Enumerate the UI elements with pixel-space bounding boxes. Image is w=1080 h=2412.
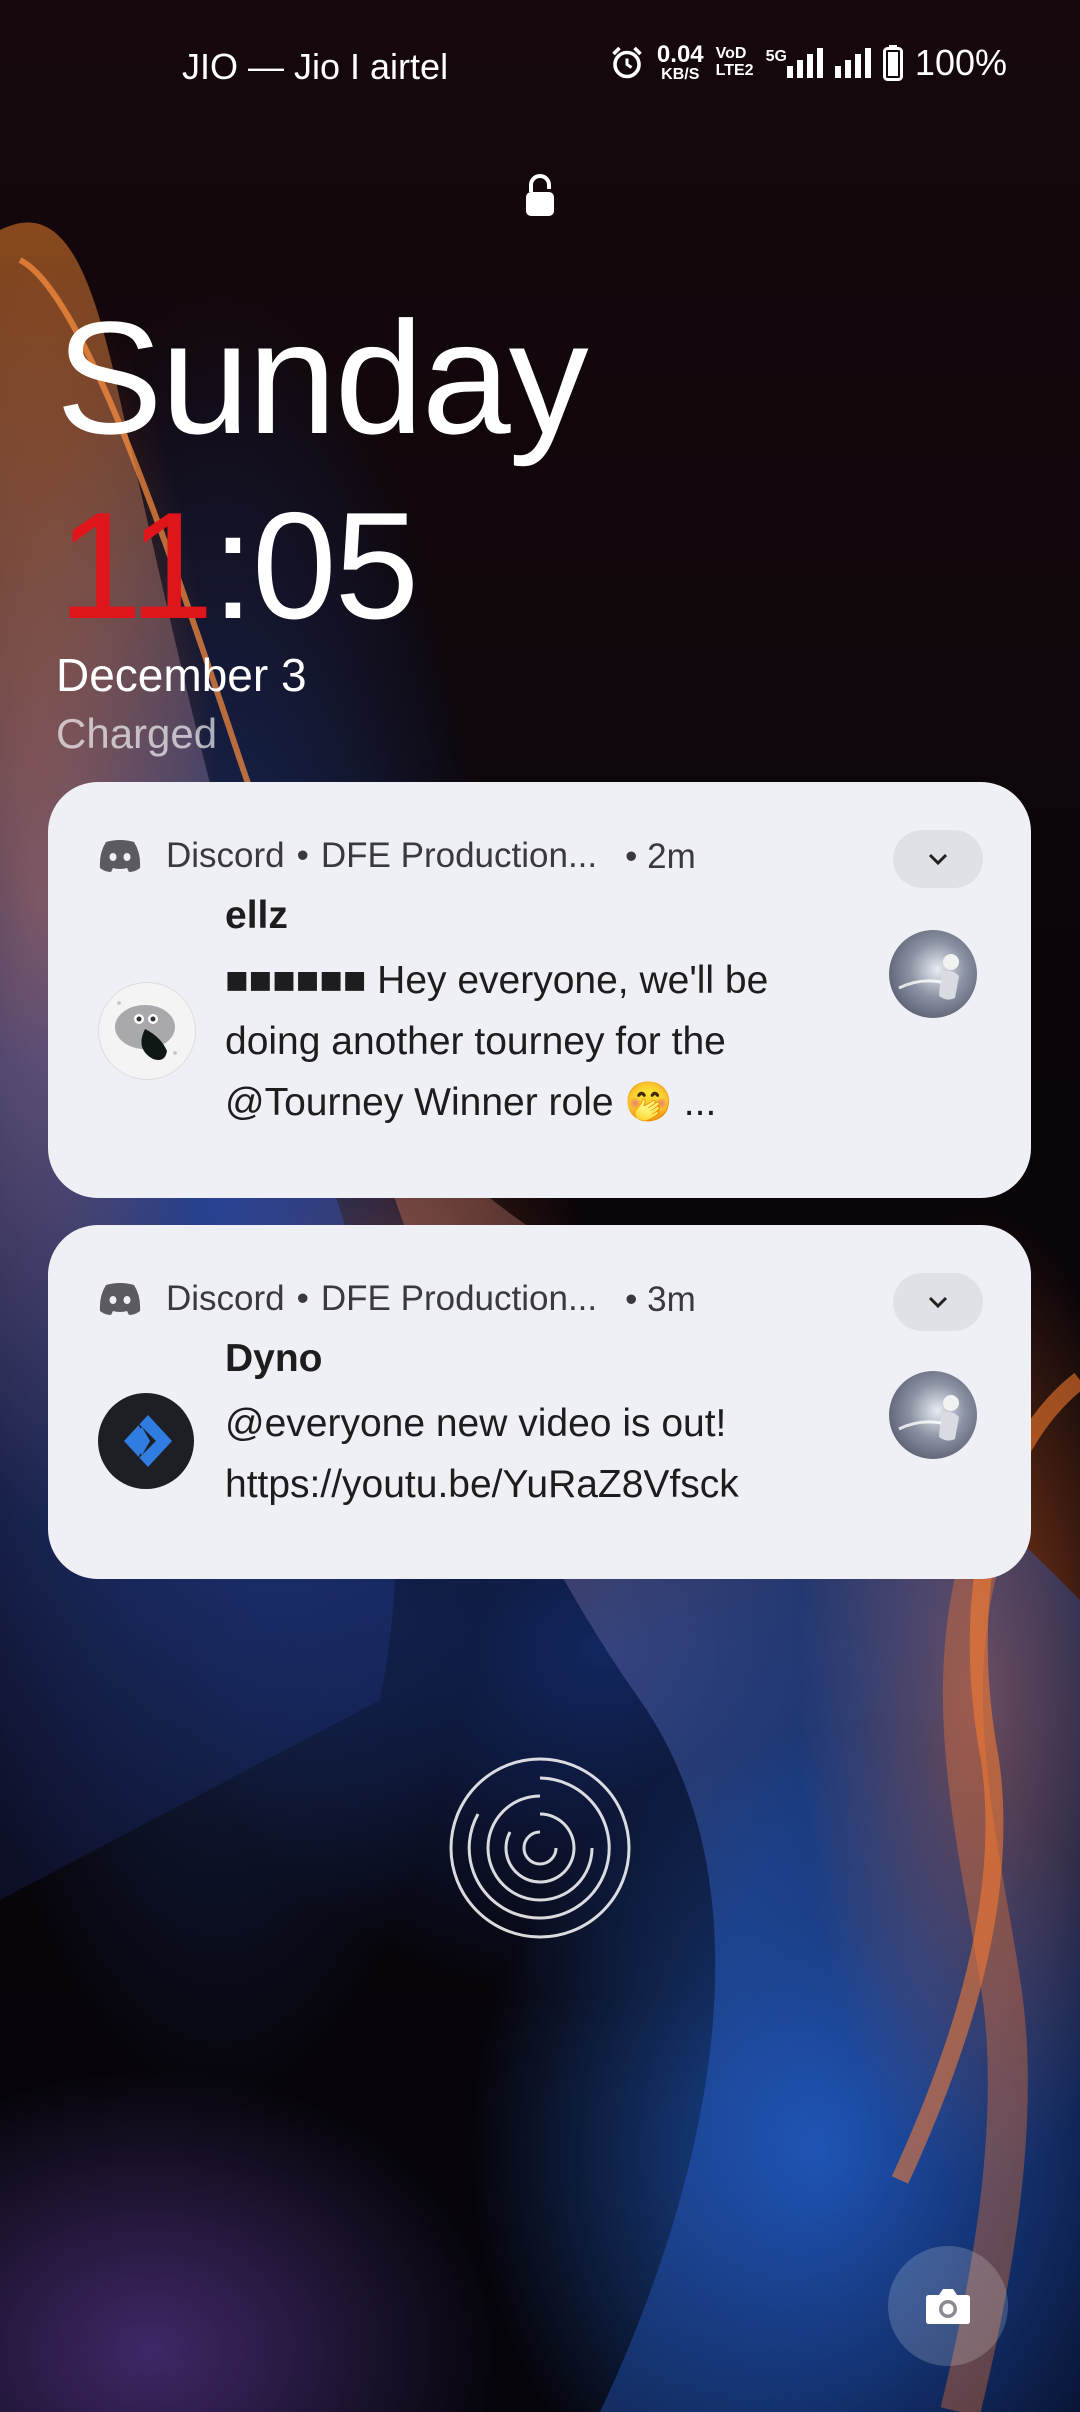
lock-icon <box>526 174 554 216</box>
avatar <box>98 1393 194 1489</box>
day-label: Sunday <box>56 288 589 467</box>
volte-bottom: LTE2 <box>715 62 754 79</box>
server-icon <box>889 1371 977 1459</box>
signal-icon <box>786 48 823 78</box>
notification-sender: Dyno <box>225 1337 323 1380</box>
notification-message: ■■■■■■ Hey everyone, we'll be doing anot… <box>225 959 769 1124</box>
volte-top: VoD <box>715 45 747 63</box>
signal-icon <box>834 48 871 78</box>
alarm-icon <box>612 46 642 79</box>
fingerprint-icon[interactable] <box>448 1756 632 1940</box>
notification-message: @everyone new video is out! https://yout… <box>225 1402 739 1506</box>
clock: 11:05 <box>58 490 419 642</box>
clock-minute: 05 <box>252 481 419 651</box>
notification-time: • 3m <box>625 1279 696 1319</box>
signal-1: 5G <box>766 48 823 78</box>
server-icon <box>889 930 977 1018</box>
chevron-down-icon <box>928 1296 948 1309</box>
notification-card[interactable]: Discord • DFE Production... • 2m ellz ■■… <box>48 782 1031 1198</box>
charge-status: Charged <box>56 710 218 757</box>
battery-percent: 100% <box>914 42 1007 83</box>
notification-age: 2m <box>647 836 696 876</box>
avatar <box>98 982 196 1080</box>
notification-age: 3m <box>647 1279 696 1319</box>
notification-time: • 2m <box>625 836 696 876</box>
camera-icon <box>926 2289 970 2324</box>
net-speed-value: 0.04 <box>656 41 704 68</box>
volte-indicator: VoD LTE2 <box>715 45 754 80</box>
separator-dot: • <box>296 1279 309 1318</box>
separator-dot: • <box>296 836 309 875</box>
notification-header: Discord • DFE Production... • 3m <box>98 1279 696 1319</box>
notification-app: Discord <box>166 1279 285 1318</box>
status-bar: JIO — Jio I airtel 0.04 KB/S VoD LTE2 5G <box>0 38 1080 92</box>
camera-button[interactable] <box>888 2246 1008 2366</box>
network-type: 5G <box>765 48 787 65</box>
notification-sender: ellz <box>225 894 288 937</box>
status-icons: 0.04 KB/S VoD LTE2 5G 100% <box>609 42 1007 84</box>
date-label: December 3 <box>56 649 307 701</box>
clock-separator: : <box>211 481 254 651</box>
expand-button[interactable] <box>893 830 983 888</box>
notification-app: Discord <box>166 836 285 875</box>
net-speed-unit: KB/S <box>661 66 700 83</box>
notification-channel: DFE Production... <box>320 1279 598 1318</box>
clock-hour: 11 <box>58 481 214 651</box>
notification-channel: DFE Production... <box>320 836 598 875</box>
chevron-down-icon <box>928 853 948 866</box>
net-speed: 0.04 KB/S <box>657 43 704 83</box>
discord-icon <box>99 840 141 872</box>
discord-icon <box>99 1283 141 1315</box>
notification-card[interactable]: Discord • DFE Production... • 3m Dyno @e… <box>48 1225 1031 1579</box>
battery-icon <box>882 45 903 81</box>
carrier-label: JIO — Jio I airtel <box>182 46 449 87</box>
expand-button[interactable] <box>893 1273 983 1331</box>
notification-header: Discord • DFE Production... • 2m <box>98 836 696 876</box>
